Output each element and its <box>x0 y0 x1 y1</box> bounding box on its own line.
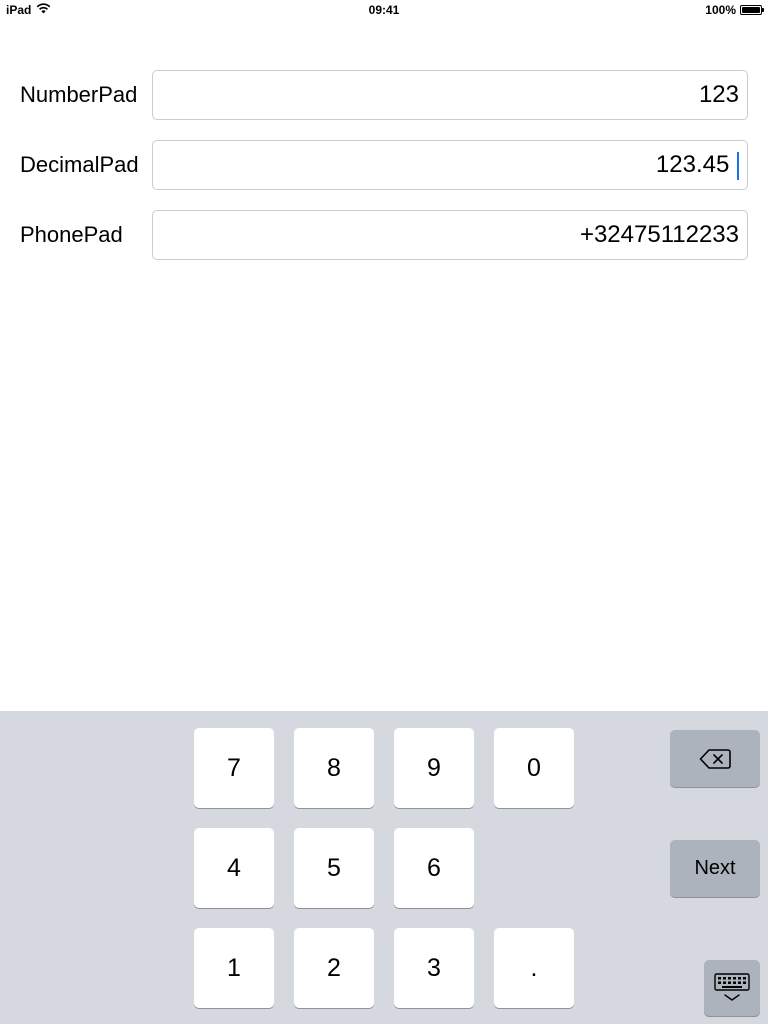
next-key[interactable]: Next <box>670 840 760 897</box>
key-9[interactable]: 9 <box>394 728 474 808</box>
numberpad-value: 123 <box>698 81 739 108</box>
phonepad-field[interactable]: +32475112233 <box>152 210 748 260</box>
key-decimal-point[interactable]: . <box>494 928 574 1008</box>
numberpad-label: NumberPad <box>20 82 138 107</box>
key-7[interactable]: 7 <box>194 728 274 808</box>
form-row-phonepad: PhonePad +32475112233 <box>0 210 768 260</box>
keyboard-dismiss-icon <box>704 973 760 1020</box>
status-bar: iPad 09:41 100% <box>0 0 768 20</box>
key-4[interactable]: 4 <box>194 828 274 908</box>
status-right: 100% <box>705 3 764 17</box>
decimalpad-value: 123.45 <box>655 151 730 178</box>
backspace-icon <box>699 747 731 769</box>
numberpad-field[interactable]: 123 <box>152 70 748 120</box>
phonepad-value: +32475112233 <box>579 221 739 248</box>
key-6[interactable]: 6 <box>394 828 474 908</box>
decimalpad-label: DecimalPad <box>20 152 139 177</box>
form-row-decimalpad: DecimalPad 123.45 <box>0 140 768 190</box>
decimal-keyboard: 7 8 9 0 4 5 6 Next 1 2 3 . <box>0 711 768 1024</box>
key-2[interactable]: 2 <box>294 928 374 1008</box>
key-5[interactable]: 5 <box>294 828 374 908</box>
battery-icon <box>740 5 764 15</box>
status-time: 09:41 <box>368 3 400 17</box>
app-screen: iPad 09:41 100% NumberPad 123 DecimalPad <box>0 0 768 1024</box>
key-8[interactable]: 8 <box>294 728 374 808</box>
delete-key[interactable] <box>670 730 760 787</box>
form-row-numberpad: NumberPad 123 <box>0 70 768 120</box>
text-cursor <box>737 151 739 180</box>
key-3[interactable]: 3 <box>394 928 474 1008</box>
battery-fill <box>742 7 760 13</box>
decimalpad-field[interactable]: 123.45 <box>152 140 748 190</box>
key-1[interactable]: 1 <box>194 928 274 1008</box>
key-0[interactable]: 0 <box>494 728 574 808</box>
battery-percent: 100% <box>705 3 736 17</box>
dismiss-keyboard-key[interactable] <box>704 960 760 1016</box>
phonepad-label: PhonePad <box>20 222 123 247</box>
